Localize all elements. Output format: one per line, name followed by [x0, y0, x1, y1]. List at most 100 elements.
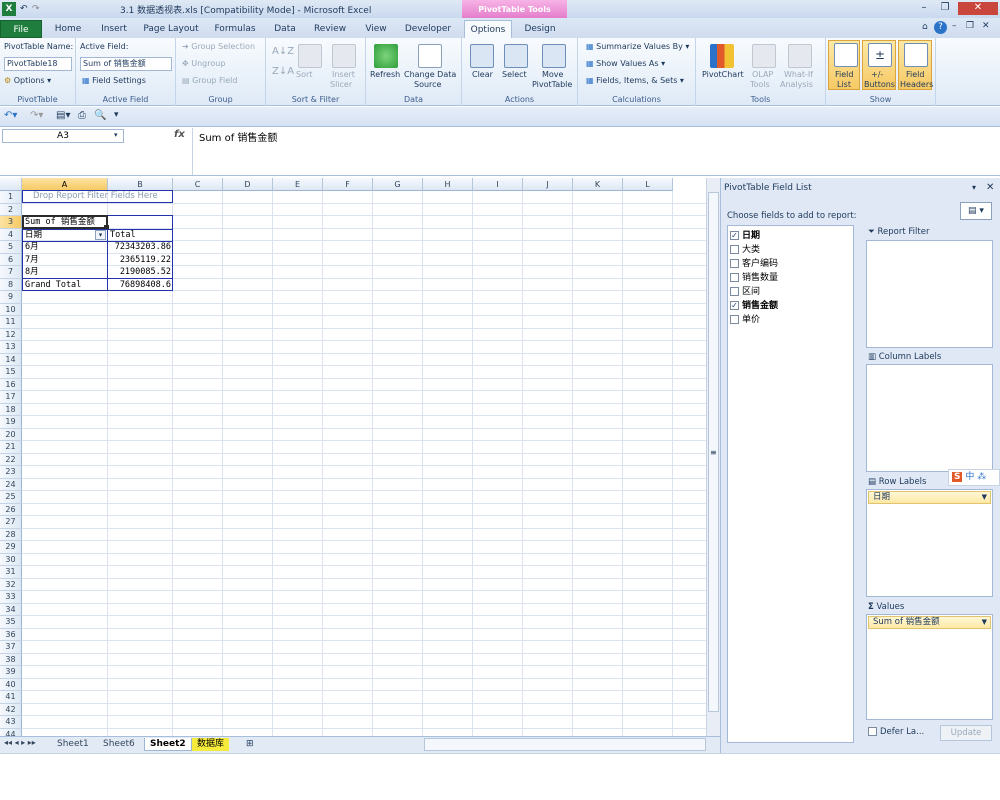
row-header-23[interactable]: 23: [0, 466, 22, 479]
row-header-40[interactable]: 40: [0, 678, 22, 691]
group-selection-button[interactable]: ➜ Group Selection: [182, 42, 255, 51]
tab-page-layout[interactable]: Page Layout: [142, 20, 200, 38]
sheet-tab-sheet6[interactable]: Sheet6: [98, 738, 140, 751]
sort-za-icon[interactable]: Z↓A: [272, 66, 294, 77]
row-header-34[interactable]: 34: [0, 603, 22, 616]
row-header-32[interactable]: 32: [0, 578, 22, 591]
checkbox[interactable]: [730, 287, 739, 296]
row-header-13[interactable]: 13: [0, 341, 22, 354]
row-header-24[interactable]: 24: [0, 478, 22, 491]
clear-button[interactable]: Clear: [472, 70, 493, 79]
horizontal-scrollbar[interactable]: [424, 738, 706, 751]
name-box[interactable]: A3: [2, 129, 124, 143]
row-header-39[interactable]: 39: [0, 666, 22, 679]
column-header-c[interactable]: C: [173, 178, 223, 191]
row-header-42[interactable]: 42: [0, 703, 22, 716]
tab-developer[interactable]: Developer: [402, 20, 454, 38]
workbook-min-icon[interactable]: –: [952, 21, 957, 31]
sheet-tab-database[interactable]: 数据库: [192, 738, 230, 751]
column-header-f[interactable]: F: [323, 178, 373, 191]
ime-toolbar[interactable]: S 中 ⁂: [948, 469, 1000, 486]
field-item[interactable]: 单价: [730, 312, 760, 325]
column-header-e[interactable]: E: [273, 178, 323, 191]
change-data-source-icon[interactable]: [418, 44, 442, 68]
row-header-31[interactable]: 31: [0, 566, 22, 579]
column-header-h[interactable]: H: [423, 178, 473, 191]
ribbon-minimize-icon[interactable]: ⌂: [922, 22, 928, 32]
what-if-icon[interactable]: [788, 44, 812, 68]
row-header-38[interactable]: 38: [0, 653, 22, 666]
update-button[interactable]: Update: [940, 725, 992, 741]
select-icon[interactable]: [504, 44, 528, 68]
sort-icon[interactable]: [298, 44, 322, 68]
sheet-tab-sheet1[interactable]: Sheet1: [52, 738, 94, 751]
row-header-18[interactable]: 18: [0, 403, 22, 416]
row-header-6[interactable]: 6: [0, 253, 22, 266]
field-item[interactable]: 大类: [730, 242, 760, 255]
report-filter-area[interactable]: [866, 240, 993, 348]
checkbox[interactable]: [730, 273, 739, 282]
change-data-label[interactable]: Change Data: [404, 70, 456, 79]
row-header-14[interactable]: 14: [0, 353, 22, 366]
group-field-button[interactable]: ▤ Group Field: [182, 76, 237, 85]
tab-home[interactable]: Home: [50, 20, 86, 38]
row-header-36[interactable]: 36: [0, 628, 22, 641]
row-label-filter-dropdown[interactable]: ▾: [95, 230, 106, 240]
help-icon[interactable]: ?: [934, 21, 947, 34]
field-item[interactable]: ✓ 日期: [730, 228, 760, 241]
field-item[interactable]: 区间: [730, 284, 760, 297]
checkbox[interactable]: [730, 245, 739, 254]
splitter[interactable]: [857, 225, 865, 743]
refresh-button[interactable]: Refresh: [370, 70, 400, 79]
excel-icon[interactable]: X: [2, 2, 16, 16]
select-all-corner[interactable]: [0, 178, 22, 191]
options-button[interactable]: ⚙ Options ▾: [4, 76, 51, 85]
formula-input[interactable]: Sum of 销售金额: [192, 128, 988, 175]
olap-tools-icon[interactable]: [752, 44, 776, 68]
column-header-l[interactable]: L: [623, 178, 673, 191]
field-item[interactable]: ✓ 销售金额: [730, 298, 778, 311]
close-window-icon[interactable]: ✕: [958, 2, 998, 15]
row-header-35[interactable]: 35: [0, 616, 22, 629]
row-header-41[interactable]: 41: [0, 691, 22, 704]
row-header-9[interactable]: 9: [0, 291, 22, 304]
row-header-28[interactable]: 28: [0, 528, 22, 541]
row-header-30[interactable]: 30: [0, 553, 22, 566]
row-header-19[interactable]: 19: [0, 416, 22, 429]
row-header-22[interactable]: 22: [0, 453, 22, 466]
minimize-icon[interactable]: –: [916, 2, 932, 15]
tab-review[interactable]: Review: [310, 20, 350, 38]
row-labels-area[interactable]: [866, 489, 993, 597]
tab-view[interactable]: View: [358, 20, 394, 38]
tab-data[interactable]: Data: [268, 20, 302, 38]
fields-items-sets-button[interactable]: ▦ Fields, Items, & Sets ▾: [586, 76, 684, 85]
tab-file[interactable]: File: [0, 20, 42, 38]
insert-slicer-icon[interactable]: [332, 44, 356, 68]
tab-insert[interactable]: Insert: [96, 20, 132, 38]
row-header-20[interactable]: 20: [0, 428, 22, 441]
row-header-10[interactable]: 10: [0, 303, 22, 316]
name-box-dropdown-icon[interactable]: ▾: [114, 131, 118, 139]
print-preview-icon[interactable]: 🔍: [94, 110, 106, 121]
row-header-3[interactable]: 3: [0, 216, 22, 229]
redo-qat-icon[interactable]: ↷: [32, 4, 40, 14]
values-area[interactable]: [866, 614, 993, 720]
select-button[interactable]: Select: [502, 70, 527, 79]
move-label[interactable]: Move: [542, 70, 563, 79]
customize-qat-icon[interactable]: ▾: [114, 110, 119, 120]
row-header-5[interactable]: 5: [0, 241, 22, 254]
row-header-44[interactable]: 44: [0, 728, 22, 736]
move-pivottable-icon[interactable]: [542, 44, 566, 68]
row-header-37[interactable]: 37: [0, 641, 22, 654]
column-header-i[interactable]: I: [473, 178, 523, 191]
active-field-input[interactable]: Sum of 销售金额: [80, 57, 172, 71]
tab-options[interactable]: Options: [464, 20, 512, 38]
clear-icon[interactable]: [470, 44, 494, 68]
insert-sheet-icon[interactable]: ⊞: [246, 739, 254, 749]
defer-layout-checkbox[interactable]: Defer La...: [868, 727, 924, 737]
show-values-as-button[interactable]: ▦ Show Values As ▾: [586, 59, 665, 68]
print-icon[interactable]: ⎙: [78, 110, 86, 121]
redo-icon[interactable]: ↷▾: [30, 110, 43, 121]
workbook-close-icon[interactable]: ✕: [982, 21, 990, 31]
pivotchart-button[interactable]: PivotChart: [702, 70, 744, 79]
